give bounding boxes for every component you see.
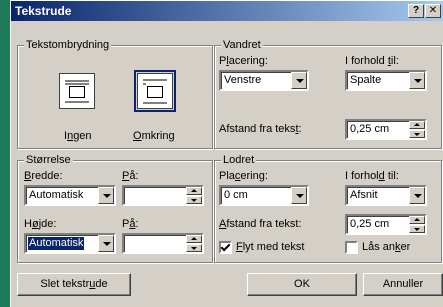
height-at-spinner[interactable]	[122, 233, 204, 254]
chevron-down-icon[interactable]	[291, 187, 307, 204]
size-group-label: Størrelse	[24, 154, 73, 167]
wrap-none-option[interactable]	[59, 73, 95, 109]
text-lines-icon	[143, 79, 167, 81]
spin-up-icon[interactable]	[409, 121, 425, 129]
height-select[interactable]: Automatisk	[24, 233, 116, 254]
wrap-around-label[interactable]: Omkring	[133, 130, 175, 143]
vertical-group-label: Lodret	[221, 154, 257, 167]
chevron-down-icon[interactable]	[409, 187, 425, 204]
ok-button[interactable]: OK	[247, 273, 357, 296]
horizontal-relative-select[interactable]: Spalte	[345, 70, 427, 91]
cancel-button[interactable]: Annuller	[363, 273, 443, 296]
chevron-down-icon[interactable]	[98, 187, 114, 204]
horizontal-group-label: Vandret	[221, 39, 263, 52]
height-label: Højde:	[24, 218, 57, 230]
spin-up-icon[interactable]	[186, 187, 202, 195]
text-lines-icon	[143, 83, 146, 85]
wrapping-group: Tekstombrydning Ingen Omkring	[17, 39, 213, 149]
vertical-distance-value: 0,25 cm	[350, 218, 390, 230]
width-label: Bredde:	[24, 170, 63, 182]
move-with-text-checkbox[interactable]	[219, 241, 232, 254]
chevron-down-icon[interactable]	[98, 235, 114, 252]
spin-down-icon[interactable]	[186, 244, 202, 252]
remove-frame-button[interactable]: Slet tekstrude	[17, 273, 131, 296]
text-lines-icon	[65, 80, 89, 82]
chevron-down-icon[interactable]	[409, 72, 425, 89]
vertical-position-label: Placering:	[219, 170, 268, 182]
vertical-relative-label: I forhold til:	[345, 170, 399, 182]
width-select[interactable]: Automatisk	[24, 185, 116, 206]
dialog-titlebar[interactable]: Tekstrude ? ✕	[11, 1, 443, 21]
spin-down-icon[interactable]	[409, 225, 425, 233]
vertical-group: Lodret Placering: I forhold til: 0 cm Af…	[214, 154, 442, 263]
lock-anchor-label[interactable]: Lås anker	[362, 241, 410, 254]
wrapping-group-label: Tekstombrydning	[24, 39, 112, 52]
width-at-spinner[interactable]	[122, 185, 204, 206]
vertical-relative-select[interactable]: Afsnit	[345, 185, 427, 206]
vertical-position-value: 0 cm	[224, 189, 248, 201]
text-lines-icon	[65, 83, 89, 85]
help-button[interactable]: ?	[408, 4, 424, 18]
horizontal-position-value: Venstre	[224, 74, 262, 86]
text-lines-icon	[65, 101, 89, 103]
spin-down-icon[interactable]	[409, 130, 425, 138]
width-select-value: Automatisk	[29, 189, 84, 201]
horizontal-position-label: Placering:	[219, 55, 268, 67]
horizontal-distance-value: 0,25 cm	[350, 123, 390, 135]
spin-down-icon[interactable]	[186, 196, 202, 204]
move-with-text-label[interactable]: Flyt med tekst	[236, 241, 304, 254]
horizontal-group: Vandret Placering: I forhold til: Venstr…	[214, 39, 442, 149]
chevron-down-icon[interactable]	[291, 72, 307, 89]
desktop-background	[0, 0, 10, 307]
wrap-none-label[interactable]: Ingen	[64, 130, 92, 143]
text-lines-icon	[143, 102, 167, 104]
horizontal-relative-value: Spalte	[350, 74, 382, 86]
spin-up-icon[interactable]	[409, 216, 425, 224]
tekstrude-dialog: Tekstrude ? ✕ Tekstombrydning Ingen Omkr…	[10, 0, 443, 307]
width-at-label: På:	[122, 170, 139, 182]
horizontal-position-select[interactable]: Venstre	[219, 70, 309, 91]
horizontal-distance-spinner[interactable]: 0,25 cm	[345, 119, 427, 140]
spin-up-icon[interactable]	[186, 235, 202, 243]
size-group: Størrelse Bredde: På: Automatisk Højde: …	[17, 154, 213, 263]
height-at-label: På:	[122, 218, 139, 230]
wrap-around-option[interactable]	[134, 70, 176, 112]
frame-icon	[147, 86, 163, 98]
lock-anchor-checkbox[interactable]	[345, 241, 358, 254]
horizontal-distance-label: Afstand fra tekst:	[219, 123, 302, 135]
dialog-title: Tekstrude	[15, 4, 72, 18]
vertical-position-select[interactable]: 0 cm	[219, 185, 309, 206]
vertical-relative-value: Afsnit	[350, 189, 378, 201]
height-select-value: Automatisk	[28, 237, 85, 250]
horizontal-relative-label: I forhold til:	[345, 55, 399, 67]
vertical-distance-label: Afstand fra tekst:	[219, 218, 302, 230]
close-button[interactable]: ✕	[425, 4, 441, 18]
frame-icon	[69, 86, 85, 98]
vertical-distance-spinner[interactable]: 0,25 cm	[345, 214, 427, 235]
